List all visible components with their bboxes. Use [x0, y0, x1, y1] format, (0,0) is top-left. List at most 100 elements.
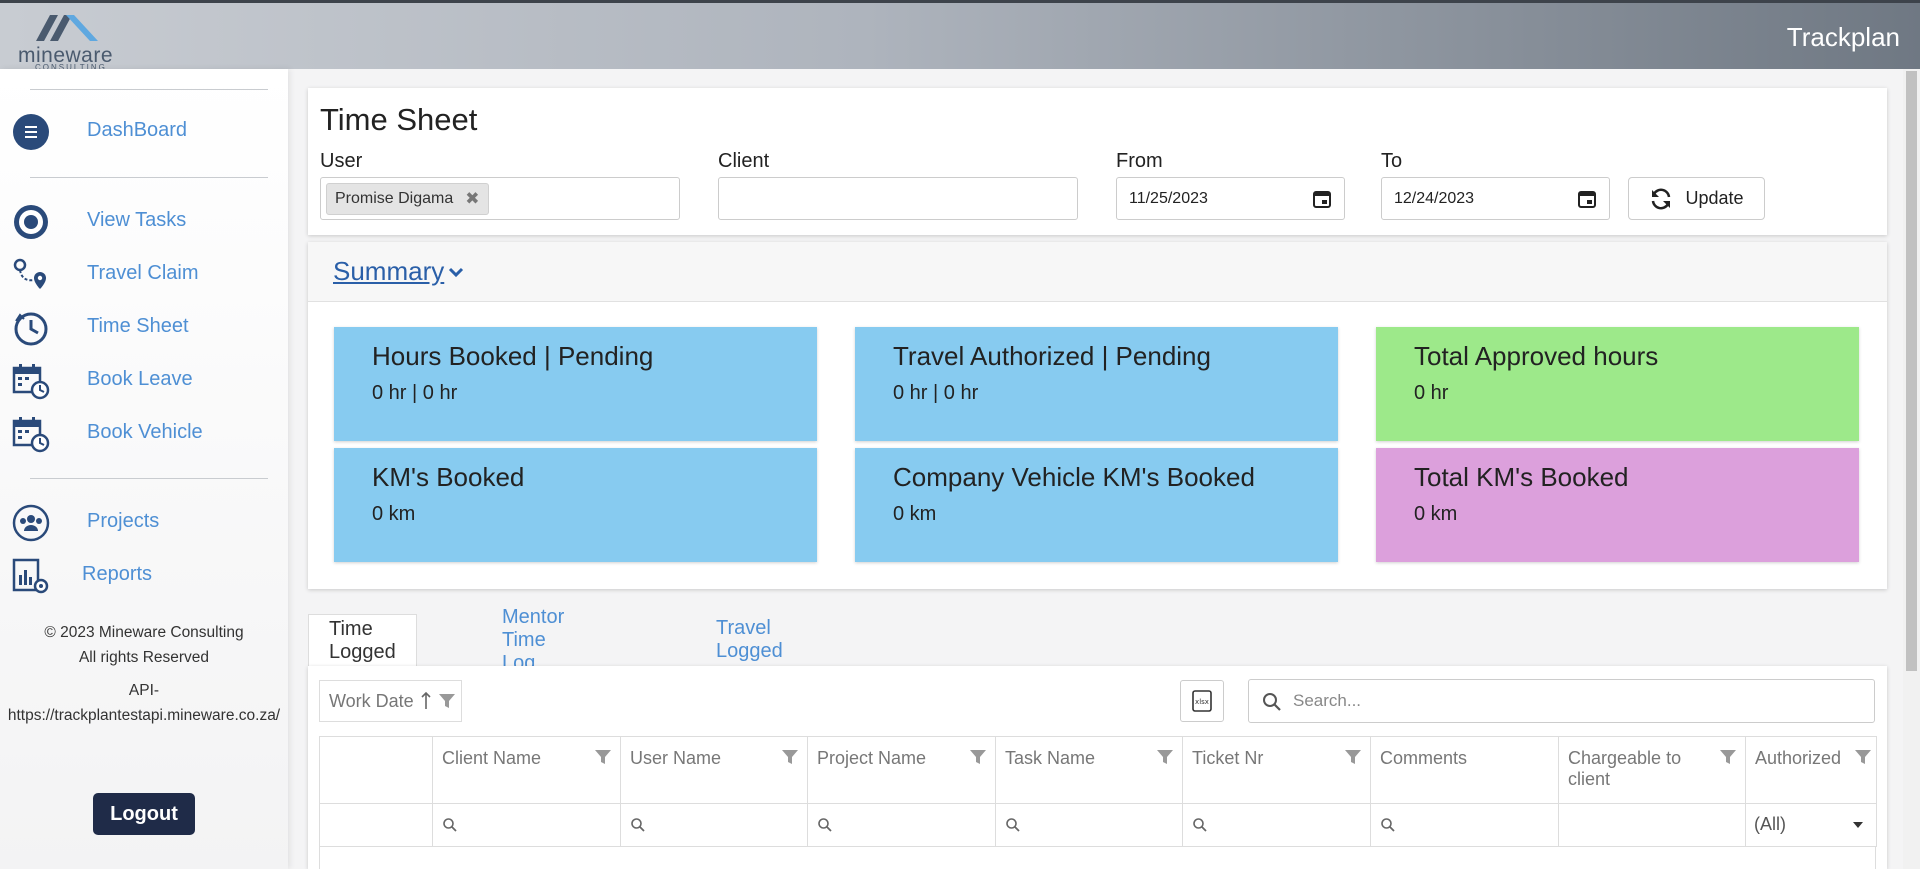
svg-text:xlsx: xlsx — [1195, 698, 1209, 706]
group-panel-work-date[interactable]: Work Date — [319, 680, 462, 722]
to-date-field[interactable]: 12/24/2023 — [1381, 177, 1610, 220]
filter-icon[interactable] — [969, 748, 987, 766]
column-header-project-name[interactable]: Project Name — [807, 736, 996, 804]
filter-cell-select — [319, 803, 433, 847]
summary-tile-total-approved: Total Approved hours 0 hr — [1376, 327, 1859, 441]
filter-icon[interactable] — [1344, 748, 1362, 766]
from-date-value: 11/25/2023 — [1129, 190, 1208, 207]
column-title: Task Name — [1005, 748, 1096, 768]
update-button[interactable]: Update — [1628, 177, 1765, 220]
tab-time-logged[interactable]: Time Logged — [308, 614, 417, 666]
filter-icon[interactable] — [594, 748, 612, 766]
filter-row: (All) — [319, 803, 1877, 847]
column-header-chargeable[interactable]: Chargeable to client — [1558, 736, 1746, 804]
filter-icon[interactable] — [781, 748, 799, 766]
summary-tile-total-km: Total KM's Booked 0 km — [1376, 448, 1859, 562]
sidebar-item-reports[interactable]: Reports — [0, 553, 288, 597]
calendar-clock-icon — [12, 364, 50, 400]
calendar-icon[interactable] — [1577, 189, 1597, 209]
scrollbar-thumb[interactable] — [1906, 71, 1917, 671]
calendar-icon[interactable] — [1312, 189, 1332, 209]
api-info: API- https://trackplantestapi.mineware.c… — [0, 678, 288, 728]
sidebar-item-time-sheet[interactable]: Time Sheet — [0, 305, 288, 349]
column-header-comments[interactable]: Comments — [1370, 736, 1559, 804]
filter-cell-client-name[interactable] — [432, 803, 621, 847]
sidebar-item-view-tasks[interactable]: View Tasks — [0, 199, 288, 243]
sidebar-item-label: Travel Claim — [87, 262, 199, 284]
summary-tile-km-booked: KM's Booked 0 km — [334, 448, 817, 562]
column-header-user-name[interactable]: User Name — [620, 736, 808, 804]
tile-value: 0 km — [372, 503, 416, 525]
chevron-down-icon — [449, 267, 464, 277]
route-pin-icon — [13, 258, 46, 289]
api-label: API- — [128, 682, 160, 699]
logo-mark-icon — [36, 15, 98, 41]
filter-icon[interactable] — [1854, 748, 1872, 766]
filter-cell-project-name[interactable] — [807, 803, 996, 847]
remove-tag-icon[interactable]: ✖ — [465, 189, 479, 209]
search-input[interactable] — [1293, 680, 1868, 722]
time-sheet-card: Time Sheet User Promise Digama ✖ Client … — [308, 88, 1887, 235]
page-scrollbar[interactable] — [1903, 69, 1920, 869]
logout-button[interactable]: Logout — [93, 793, 195, 835]
caret-down-icon — [1853, 821, 1863, 828]
column-header-authorized[interactable]: Authorized — [1745, 736, 1877, 804]
grid-body — [319, 847, 1876, 869]
sidebar-item-projects[interactable]: Projects — [0, 500, 288, 544]
from-date-field[interactable]: 11/25/2023 — [1116, 177, 1345, 220]
authorized-filter-dropdown[interactable]: (All) — [1754, 814, 1864, 835]
column-title: User Name — [630, 748, 722, 768]
copyright-line: © 2023 Mineware Consulting — [44, 624, 244, 641]
tile-title: Travel Authorized | Pending — [893, 341, 1211, 371]
filter-cell-ticket-nr[interactable] — [1182, 803, 1371, 847]
filter-cell-authorized[interactable]: (All) — [1745, 803, 1877, 847]
user-label: User — [320, 150, 363, 172]
column-header-task-name[interactable]: Task Name — [995, 736, 1183, 804]
summary-tile-travel-authorized: Travel Authorized | Pending 0 hr | 0 hr — [855, 327, 1338, 441]
column-title: Comments — [1380, 748, 1468, 768]
sidebar-item-book-leave[interactable]: Book Leave — [0, 358, 288, 402]
column-header-ticket-nr[interactable]: Ticket Nr — [1182, 736, 1371, 804]
filter-icon[interactable] — [438, 692, 456, 710]
grid-search[interactable] — [1248, 679, 1875, 723]
search-icon — [443, 818, 457, 832]
tab-travel-logged[interactable]: Travel Logged — [696, 614, 803, 666]
column-title: Project Name — [817, 748, 927, 768]
sidebar-item-label: Time Sheet — [87, 315, 189, 337]
copyright-text: © 2023 Mineware Consulting All rights Re… — [0, 620, 288, 670]
filter-cell-chargeable[interactable] — [1558, 803, 1746, 847]
to-date-value: 12/24/2023 — [1394, 190, 1475, 207]
sidebar-item-dashboard[interactable]: DashBoard — [0, 109, 288, 153]
tab-mentor-time-log[interactable]: Mentor Time Log — [482, 606, 584, 674]
tile-title: KM's Booked — [372, 462, 525, 492]
tile-title: Hours Booked | Pending — [372, 341, 654, 371]
filter-cell-user-name[interactable] — [620, 803, 808, 847]
from-label: From — [1116, 150, 1163, 172]
sort-ascending-icon — [421, 691, 431, 709]
user-select[interactable]: Promise Digama ✖ — [320, 177, 680, 220]
summary-heading: Summary — [333, 256, 445, 286]
company-logo[interactable]: mineware CONSULTING — [18, 7, 128, 72]
page-title: Time Sheet — [320, 102, 478, 137]
filter-icon[interactable] — [1156, 748, 1174, 766]
column-title: Authorized — [1755, 748, 1842, 768]
sidebar-divider — [30, 478, 268, 479]
filter-cell-task-name[interactable] — [995, 803, 1183, 847]
client-select[interactable] — [718, 177, 1078, 220]
export-xlsx-button[interactable]: xlsx — [1180, 680, 1224, 722]
sidebar-item-book-vehicle[interactable]: Book Vehicle — [0, 411, 288, 455]
tile-title: Company Vehicle KM's Booked — [893, 462, 1255, 492]
rights-line: All rights Reserved — [78, 649, 210, 666]
filter-cell-comments[interactable] — [1370, 803, 1559, 847]
sidebar-item-label: Projects — [87, 510, 160, 532]
sidebar-item-travel-claim[interactable]: Travel Claim — [0, 252, 288, 296]
xlsx-export-icon: xlsx — [1192, 690, 1212, 712]
column-header-client-name[interactable]: Client Name — [432, 736, 621, 804]
clock-icon — [14, 312, 48, 346]
tile-value: 0 km — [893, 503, 937, 525]
search-icon — [1193, 818, 1207, 832]
sidebar-item-label: DashBoard — [87, 119, 188, 141]
filter-icon[interactable] — [1719, 748, 1737, 766]
summary-toggle[interactable]: Summary — [333, 256, 464, 287]
client-label: Client — [718, 150, 770, 172]
